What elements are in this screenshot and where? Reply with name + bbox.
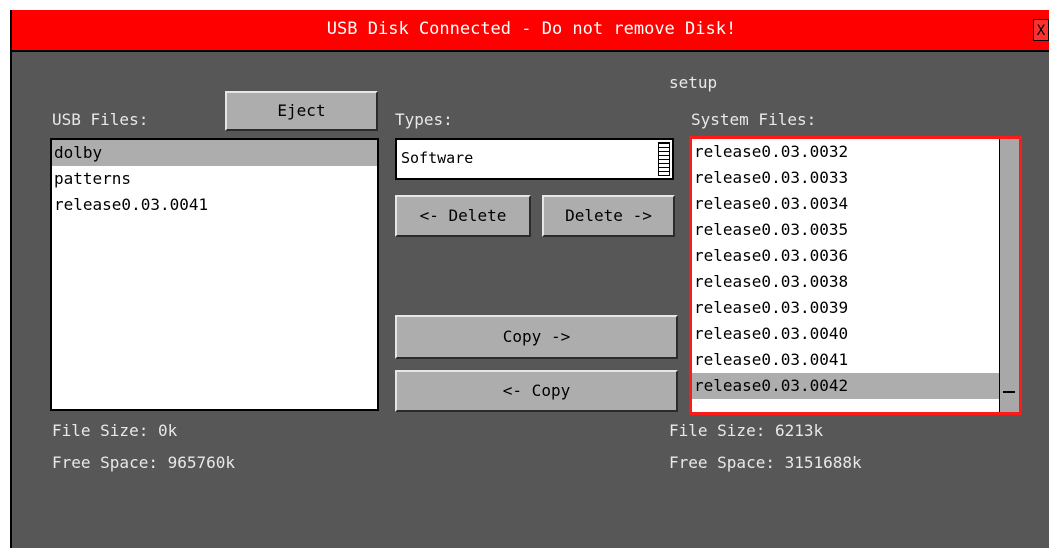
system-file-size: File Size: 6213k <box>669 421 824 440</box>
system-free-space: Free Space: 3151688k <box>669 453 862 472</box>
list-item[interactable]: release0.03.0041 <box>692 347 999 373</box>
system-files-label: System Files: <box>691 110 817 129</box>
list-item[interactable]: release0.03.0033 <box>692 165 999 191</box>
list-item[interactable]: release0.03.0032 <box>692 139 999 165</box>
usb-free-space: Free Space: 965760k <box>52 453 236 472</box>
list-item[interactable]: release0.03.0034 <box>692 191 999 217</box>
list-item[interactable]: release0.03.0040 <box>692 321 999 347</box>
copy-right-button[interactable]: Copy -> <box>395 315 678 359</box>
types-select-value: Software <box>401 149 474 167</box>
delete-right-button[interactable]: Delete -> <box>542 195 675 237</box>
close-icon[interactable]: X <box>1033 19 1049 41</box>
list-item[interactable]: dolby <box>52 140 377 166</box>
system-files-panel: release0.03.0032 release0.03.0033 release0… <box>689 136 1022 415</box>
title-bar: USB Disk Connected - Do not remove Disk!… <box>12 10 1049 52</box>
copy-left-button[interactable]: <- Copy <box>395 370 678 412</box>
usb-files-list[interactable]: dolby patterns release0.03.0041 <box>50 138 379 411</box>
eject-button[interactable]: Eject <box>225 91 378 131</box>
system-files-scrollbar[interactable] <box>999 139 1019 412</box>
types-label: Types: <box>395 110 453 129</box>
usb-file-size: File Size: 0k <box>52 421 178 440</box>
scroll-thumb-icon[interactable] <box>1003 391 1015 393</box>
list-item[interactable]: release0.03.0039 <box>692 295 999 321</box>
list-item[interactable]: release0.03.0038 <box>692 269 999 295</box>
window-title: USB Disk Connected - Do not remove Disk! <box>326 19 737 39</box>
system-files-list[interactable]: release0.03.0032 release0.03.0033 release0… <box>692 139 999 412</box>
list-item[interactable]: release0.03.0035 <box>692 217 999 243</box>
list-item[interactable]: release0.03.0036 <box>692 243 999 269</box>
list-item[interactable]: release0.03.0041 <box>52 192 377 218</box>
dropdown-grip-icon <box>658 142 670 176</box>
usb-transfer-window: USB Disk Connected - Do not remove Disk!… <box>10 10 1049 548</box>
usb-files-label: USB Files: <box>52 110 149 129</box>
list-item[interactable]: release0.03.0042 <box>692 373 999 399</box>
setup-label: setup <box>669 73 718 92</box>
list-item[interactable]: patterns <box>52 166 377 192</box>
delete-left-button[interactable]: <- Delete <box>395 195 531 237</box>
types-select[interactable]: Software <box>395 138 674 180</box>
